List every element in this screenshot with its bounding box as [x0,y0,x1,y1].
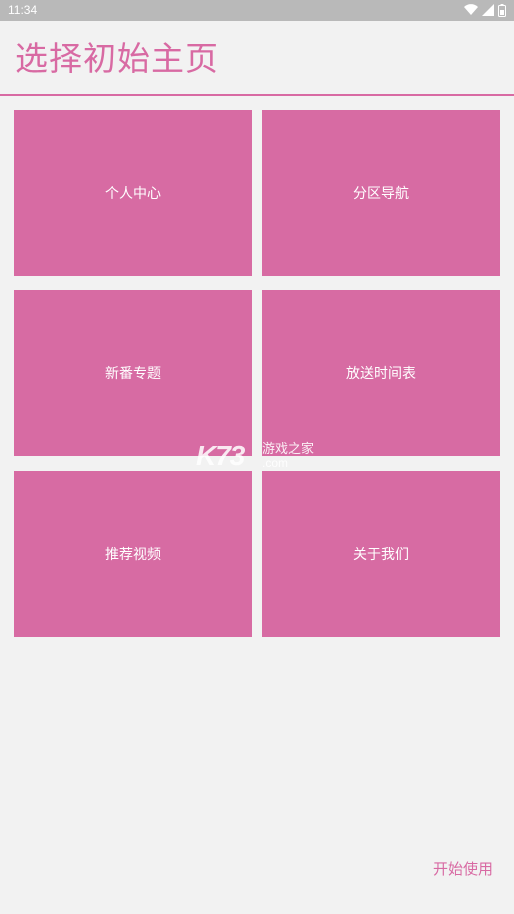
option-recommended-videos[interactable]: 推荐视频 [14,471,252,637]
wifi-icon [464,4,478,16]
start-using-button[interactable]: 开始使用 [433,858,493,880]
option-personal-center[interactable]: 个人中心 [14,110,252,276]
homepage-options-grid: 个人中心 分区导航 新番专题 放送时间表 推荐视频 关于我们 [14,110,500,637]
option-category-navigation[interactable]: 分区导航 [262,110,500,276]
option-about-us[interactable]: 关于我们 [262,471,500,637]
battery-icon [498,3,506,17]
page-title: 选择初始主页 [15,39,219,78]
title-divider [0,94,514,96]
status-time: 11:34 [8,3,38,17]
option-broadcast-schedule[interactable]: 放送时间表 [262,290,500,456]
option-new-anime-topics[interactable]: 新番专题 [14,290,252,456]
status-bar: 11:34 [0,0,514,21]
signal-icon [482,4,494,16]
status-icons [464,3,506,17]
